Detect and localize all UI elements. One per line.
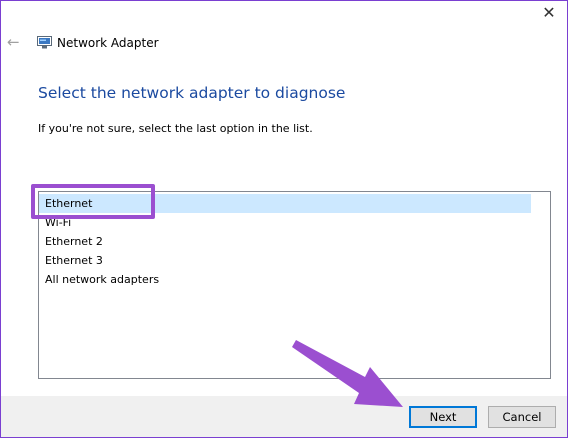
close-icon[interactable]: ✕ xyxy=(540,4,558,22)
scrollbar-track xyxy=(533,192,550,378)
network-adapter-icon xyxy=(37,36,52,49)
annotation-highlight-box xyxy=(31,184,155,219)
cancel-button[interactable]: Cancel xyxy=(488,406,556,428)
list-item-all-adapters[interactable]: All network adapters xyxy=(39,270,531,289)
window-title: Network Adapter xyxy=(57,36,159,50)
next-button[interactable]: Next xyxy=(409,406,477,428)
list-item-ethernet-2[interactable]: Ethernet 2 xyxy=(39,232,531,251)
button-bar xyxy=(1,396,567,437)
hint-text: If you're not sure, select the last opti… xyxy=(38,122,313,135)
back-arrow-icon[interactable]: ← xyxy=(7,34,23,50)
adapter-listbox[interactable]: Ethernet Wi-Fi Ethernet 2 Ethernet 3 All… xyxy=(38,191,551,379)
adapter-list: Ethernet Wi-Fi Ethernet 2 Ethernet 3 All… xyxy=(39,192,531,378)
page-heading: Select the network adapter to diagnose xyxy=(38,84,346,102)
list-item-ethernet-3[interactable]: Ethernet 3 xyxy=(39,251,531,270)
